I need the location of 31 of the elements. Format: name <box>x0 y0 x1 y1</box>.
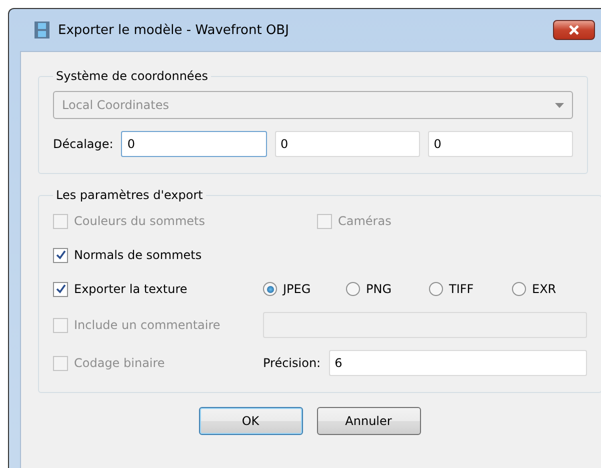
checkbox-label: Caméras <box>338 214 392 228</box>
radio-button[interactable] <box>512 282 526 296</box>
radio-button[interactable] <box>429 282 443 296</box>
input-field[interactable]: 0 <box>274 131 420 157</box>
caret-icon <box>555 102 564 108</box>
field-label: Décalage: <box>53 137 114 151</box>
close-button[interactable] <box>553 20 595 40</box>
ok-button[interactable]: OK <box>198 407 302 435</box>
checkbox-label: Couleurs du sommets <box>74 214 205 228</box>
precision-field[interactable]: 6 <box>328 350 587 376</box>
input-field[interactable]: 0 <box>428 131 574 157</box>
field-label: Précision: <box>263 356 321 370</box>
group-title: Système de coordonnées <box>55 69 209 83</box>
radio-button[interactable] <box>263 282 277 296</box>
radio-label: EXR <box>532 282 556 296</box>
window-title: Exporter le modèle - Wavefront OBJ <box>58 22 290 38</box>
radio-label: PNG <box>366 282 392 296</box>
checkbox[interactable] <box>53 282 68 296</box>
checkbox-label: Normals de sommets <box>74 248 202 262</box>
film-icon <box>34 21 50 39</box>
checkbox-label: Codage binaire <box>74 356 165 370</box>
checkbox-label: Include un commentaire <box>74 318 220 332</box>
group-title: Les paramètres d'export <box>55 188 204 202</box>
checkbox[interactable] <box>53 248 68 262</box>
radio-label: JPEG <box>283 282 311 296</box>
cancel-button[interactable]: Annuler <box>316 407 420 435</box>
radio-label: TIFF <box>449 282 474 296</box>
checkbox-label: Exporter la texture <box>74 282 188 296</box>
close-icon <box>568 25 580 35</box>
radio-button[interactable] <box>346 282 360 296</box>
input-field[interactable]: 0 <box>121 131 267 157</box>
